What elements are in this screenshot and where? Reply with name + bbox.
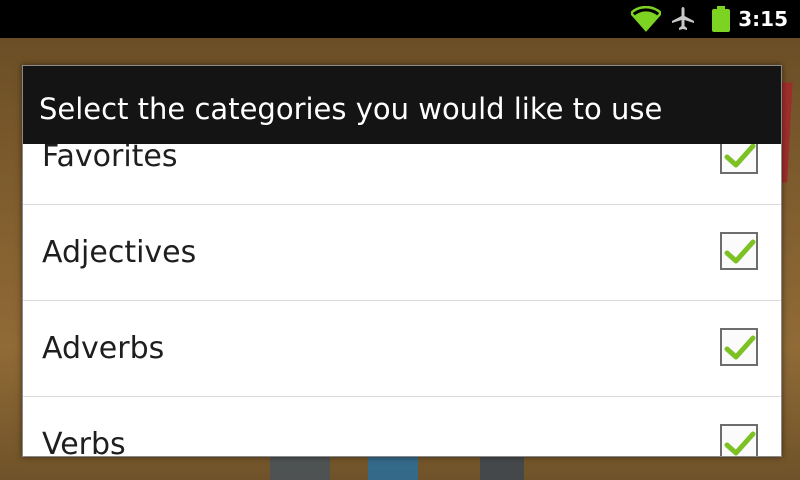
item-label: Adjectives — [42, 235, 197, 270]
item-label: Adverbs — [42, 331, 165, 366]
category-dialog: Select the categories you would like to … — [22, 65, 782, 457]
list-item-adjectives[interactable]: Adjectives — [23, 205, 781, 301]
checkmark-icon — [724, 431, 756, 456]
battery-icon — [710, 6, 732, 36]
item-label: Verbs — [42, 427, 126, 457]
checkmark-icon — [724, 335, 756, 360]
dialog-title: Select the categories you would like to … — [39, 92, 663, 126]
checkmark-icon — [724, 143, 756, 168]
list-item-verbs[interactable]: Verbs — [23, 397, 781, 457]
wifi-icon — [629, 5, 663, 36]
airplane-icon — [670, 6, 696, 36]
status-time: 3:15 — [738, 7, 788, 31]
adverbs-checkbox[interactable] — [720, 328, 758, 366]
status-bar: 3:15 — [0, 0, 800, 38]
adjectives-checkbox[interactable] — [720, 232, 758, 270]
dialog-title-bar: Select the categories you would like to … — [23, 66, 781, 144]
verbs-checkbox[interactable] — [720, 424, 758, 456]
checkmark-icon — [724, 239, 756, 264]
list-item-adverbs[interactable]: Adverbs — [23, 301, 781, 397]
